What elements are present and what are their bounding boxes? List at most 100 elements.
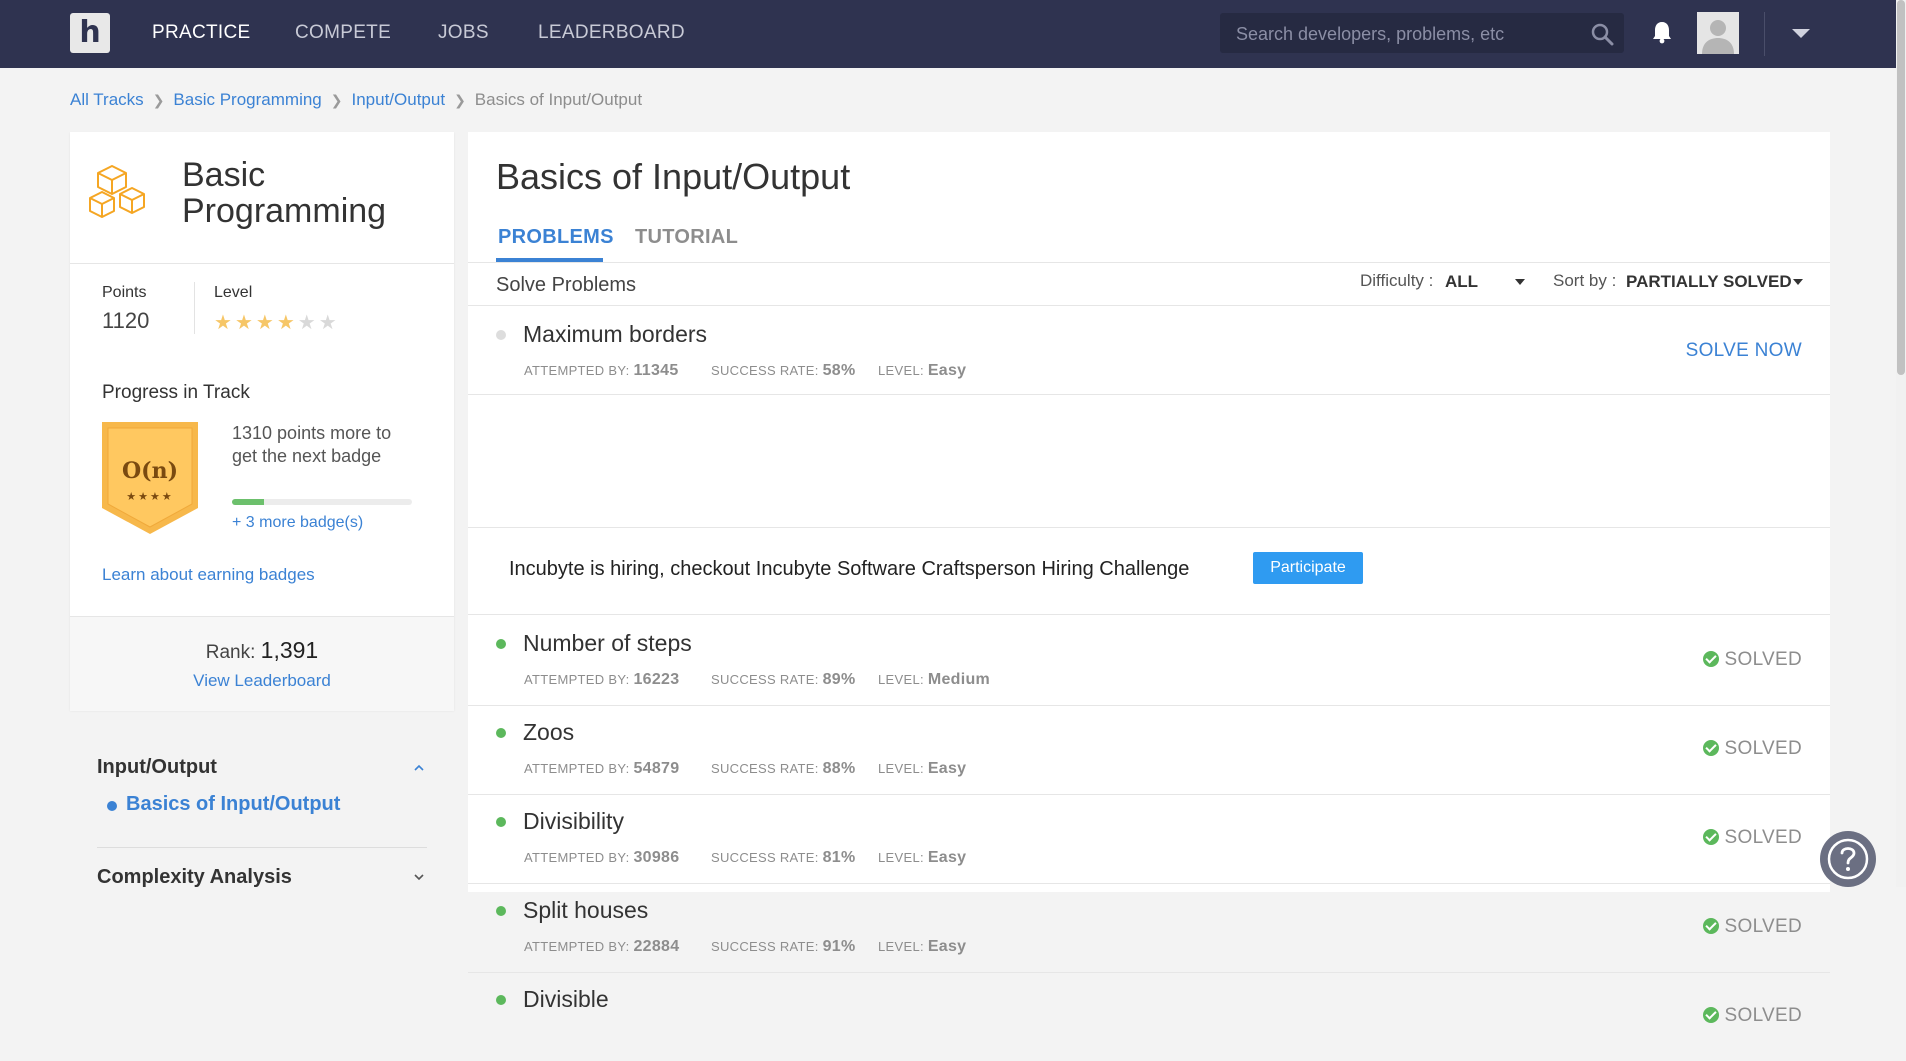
problem-name[interactable]: Maximum borders [523, 321, 707, 348]
page-scrollbar[interactable] [1896, 0, 1906, 887]
star-icon: ★ [255, 312, 277, 334]
problem-row[interactable]: Divisible SOLVED [468, 972, 1830, 1061]
nav-compete[interactable]: COMPETE [295, 22, 391, 44]
main-panel: Basics of Input/Output PROBLEMS TUTORIAL… [468, 132, 1830, 1026]
tab-tutorial[interactable]: TUTORIAL [635, 226, 738, 249]
status-dot-icon [496, 330, 506, 340]
hiring-text: Incubyte is hiring, checkout Incubyte So… [509, 558, 1190, 580]
solved-status: SOLVED [1702, 1005, 1802, 1027]
attempted-by: ATTEMPTED BY: 16223 [524, 671, 680, 688]
status-dot-icon [496, 995, 506, 1005]
points-label: Points [102, 284, 147, 301]
breadcrumb-basic-programming[interactable]: Basic Programming [173, 90, 321, 109]
badge-symbol: O(n) [122, 458, 178, 484]
hackerearth-logo[interactable]: h [70, 13, 110, 53]
account-dropdown-caret-icon[interactable] [1792, 29, 1810, 38]
user-avatar[interactable] [1697, 12, 1739, 54]
active-dot-icon [107, 801, 117, 811]
success-rate: SUCCESS RATE: 58% [711, 362, 856, 379]
attempted-by: ATTEMPTED BY: 11345 [524, 362, 679, 379]
badge-stars: ★★★★ [126, 491, 174, 503]
nav-divider [1764, 12, 1765, 56]
status-dot-icon [496, 639, 506, 649]
learn-badges-link[interactable]: Learn about earning badges [102, 565, 315, 585]
divider [468, 394, 1830, 395]
rank-box: Rank: 1,391 View Leaderboard [70, 616, 454, 711]
view-leaderboard-link[interactable]: View Leaderboard [70, 671, 454, 691]
star-icon: ★ [234, 312, 256, 334]
solved-status: SOLVED [1702, 827, 1802, 849]
track-title: Basic Programming [182, 156, 387, 230]
level-label: Level [214, 284, 253, 301]
breadcrumb-input-output[interactable]: Input/Output [351, 90, 445, 109]
status-dot-icon [496, 906, 506, 916]
progress-title: Progress in Track [102, 382, 250, 403]
breadcrumb: All Tracks ❯ Basic Programming ❯ Input/Outpu… [70, 90, 642, 110]
sidebar-item-basics-of-input-output[interactable]: Basics of Input/Output [126, 793, 340, 816]
divider [194, 282, 195, 334]
help-button[interactable] [1820, 831, 1876, 887]
problem-name[interactable]: Zoos [523, 719, 574, 746]
badge-progress-fill [232, 499, 265, 505]
difficulty-dropdown-icon[interactable] [1515, 279, 1525, 285]
search-icon[interactable] [1590, 22, 1614, 46]
chevron-up-icon[interactable] [414, 763, 424, 773]
problem-level: LEVEL: Easy [878, 362, 967, 379]
divider [97, 847, 427, 848]
sort-select[interactable]: PARTIALLY SOLVED [1626, 272, 1792, 292]
track-card: Basic Programming Points 1120 Level ★★★★… [70, 132, 454, 711]
breadcrumb-separator-icon: ❯ [152, 92, 165, 108]
breadcrumb-current: Basics of Input/Output [474, 90, 643, 109]
sort-label: Sort by : [1553, 271, 1617, 290]
solve-now-button[interactable]: SOLVE NOW [1686, 340, 1802, 362]
success-rate: SUCCESS RATE: 88% [711, 760, 856, 777]
tab-problems[interactable]: PROBLEMS [498, 226, 614, 249]
attempted-by: ATTEMPTED BY: 30986 [524, 849, 680, 866]
problem-level: LEVEL: Medium [878, 671, 991, 688]
rank-value: 1,391 [260, 637, 319, 663]
problem-row[interactable]: Maximum borders ATTEMPTED BY: 11345 SUCCES… [468, 307, 1830, 395]
nav-practice[interactable]: PRACTICE [152, 22, 250, 44]
problem-row[interactable]: Number of steps ATTEMPTED BY: 16223 SUCCES… [468, 616, 1830, 705]
check-circle-icon [1702, 829, 1719, 845]
problem-row[interactable]: Divisibility ATTEMPTED BY: 30986 SUCCESS R… [468, 794, 1830, 883]
scrollbar-thumb[interactable] [1897, 0, 1905, 375]
problem-row[interactable]: Zoos ATTEMPTED BY: 54879 SUCCESS RATE: 88%… [468, 705, 1830, 794]
section-complexity-analysis[interactable]: Complexity Analysis [97, 866, 292, 889]
breadcrumb-separator-icon: ❯ [454, 92, 466, 108]
breadcrumb-all-tracks[interactable]: All Tracks [70, 90, 144, 109]
problem-name[interactable]: Divisible [523, 986, 609, 1013]
problem-name[interactable]: Divisibility [523, 808, 624, 835]
attempted-by: ATTEMPTED BY: 22884 [524, 938, 680, 955]
divider [468, 614, 1830, 615]
solved-status: SOLVED [1702, 916, 1802, 938]
notification-bell-icon[interactable] [1651, 20, 1673, 44]
check-circle-icon [1702, 740, 1719, 756]
problem-level: LEVEL: Easy [878, 760, 967, 777]
problem-row[interactable]: Split houses ATTEMPTED BY: 22884 SUCCESS R… [468, 883, 1830, 972]
check-circle-icon [1702, 918, 1719, 934]
problem-name[interactable]: Split houses [523, 897, 648, 924]
top-navbar: h PRACTICE COMPETE JOBS LEADERBOARD [0, 0, 1906, 68]
solve-problems-heading: Solve Problems [496, 274, 637, 296]
sort-dropdown-icon[interactable] [1793, 279, 1803, 285]
more-badges-link[interactable]: + 3 more badge(s) [232, 514, 363, 532]
nav-jobs[interactable]: JOBS [438, 22, 489, 44]
nav-leaderboard[interactable]: LEADERBOARD [538, 22, 685, 44]
participate-button[interactable]: Participate [1253, 552, 1363, 584]
cubes-icon [89, 165, 145, 218]
problem-name[interactable]: Number of steps [523, 630, 692, 657]
section-input-output[interactable]: Input/Output [97, 756, 217, 779]
attempted-by: ATTEMPTED BY: 54879 [524, 760, 680, 777]
badge-progress-text: 1310 points more to get the next badge [232, 423, 392, 466]
hiring-banner: Incubyte is hiring, checkout Incubyte So… [468, 528, 1830, 615]
level-stars: ★★★★★★ [214, 310, 340, 335]
star-icon: ★ [318, 312, 340, 334]
points-value: 1120 [102, 308, 150, 333]
rank-label: Rank: [205, 642, 256, 663]
difficulty-select[interactable]: ALL [1445, 272, 1478, 292]
difficulty-label: Difficulty : [1360, 271, 1434, 290]
search-input[interactable] [1234, 13, 1578, 55]
chevron-down-icon[interactable] [414, 872, 424, 882]
success-rate: SUCCESS RATE: 91% [711, 938, 856, 955]
